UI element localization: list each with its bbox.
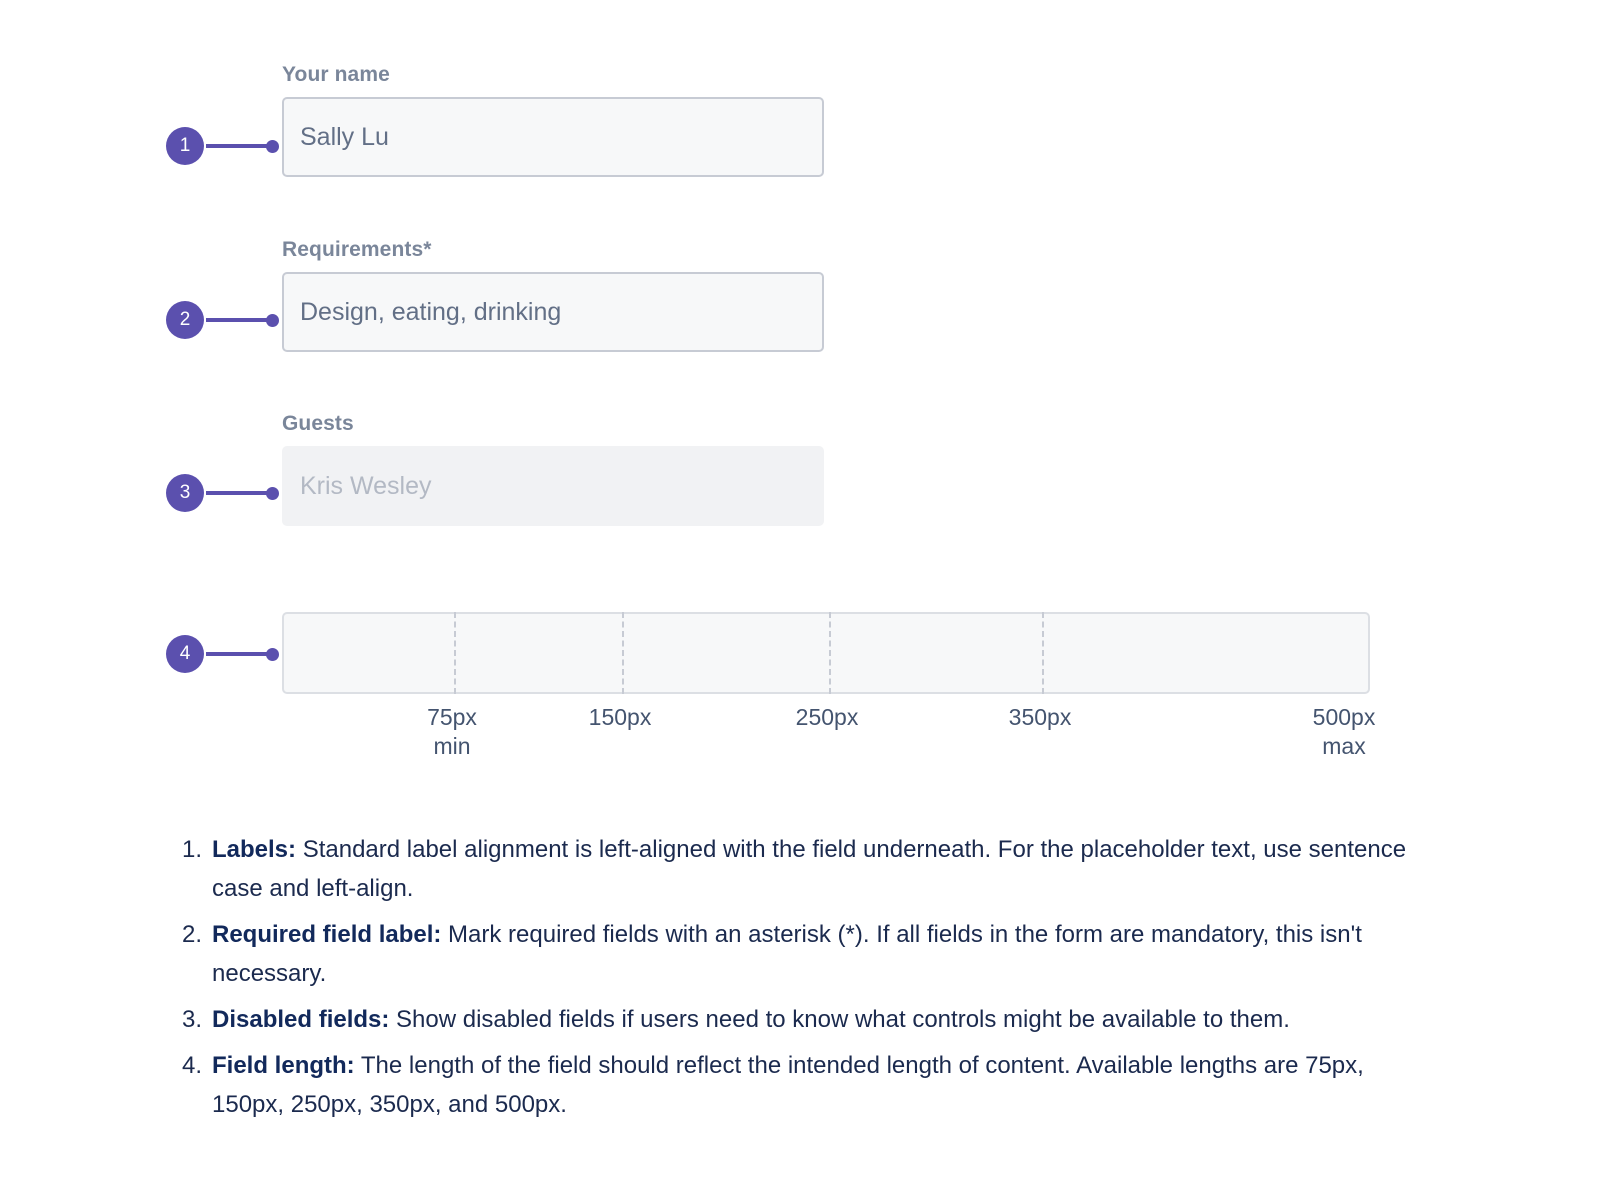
note-body: Standard label alignment is left-aligned…: [212, 836, 1406, 902]
note-item: 4. Field length: The length of the field…: [168, 1046, 1438, 1124]
callout-2: 2: [166, 300, 279, 340]
ruler-tick-150: [622, 612, 624, 694]
field-input-your-name[interactable]: Sally Lu: [282, 97, 824, 177]
note-text: Field length: The length of the field sh…: [212, 1046, 1438, 1124]
callout-dot-1: [266, 140, 279, 153]
note-text: Labels: Standard label alignment is left…: [212, 830, 1438, 908]
field-group-guests: Guests Kris Wesley: [282, 411, 824, 526]
field-label-guests: Guests: [282, 411, 824, 437]
note-term: Required field label:: [212, 921, 441, 948]
note-number: 1.: [168, 830, 202, 869]
field-input-requirements[interactable]: Design, eating, drinking: [282, 272, 824, 352]
note-number: 3.: [168, 1000, 202, 1039]
ruler-label-75: 75px min: [427, 702, 477, 761]
field-label-your-name: Your name: [282, 62, 824, 88]
callout-3: 3: [166, 473, 279, 513]
callout-badge-1: 1: [166, 127, 204, 165]
note-term: Labels:: [212, 836, 296, 863]
note-item: 2. Required field label: Mark required f…: [168, 915, 1438, 993]
ruler-tick-350: [1042, 612, 1044, 694]
callout-1: 1: [166, 126, 279, 166]
field-group-requirements: Requirements* Design, eating, drinking: [282, 237, 824, 352]
ruler-labels: 75px min 150px 250px 350px 500px max: [282, 694, 1370, 764]
field-input-guests: Kris Wesley: [282, 446, 824, 526]
note-text: Required field label: Mark required fiel…: [212, 915, 1438, 993]
ruler-tick-75: [454, 612, 456, 694]
field-value-your-name: Sally Lu: [300, 122, 389, 152]
callout-dot-4: [266, 648, 279, 661]
note-item: 1. Labels: Standard label alignment is l…: [168, 830, 1438, 908]
callout-line-1: [206, 144, 268, 148]
ruler-label-500-sub: max: [1313, 732, 1376, 761]
ruler-label-250: 250px: [796, 702, 859, 732]
note-term: Field length:: [212, 1052, 355, 1079]
ruler-label-350-value: 350px: [1009, 704, 1072, 730]
note-number: 2.: [168, 915, 202, 954]
note-body: The length of the field should reflect t…: [212, 1052, 1364, 1118]
ruler-label-500: 500px max: [1313, 702, 1376, 761]
note-text: Disabled fields: Show disabled fields if…: [212, 1000, 1438, 1039]
ruler-label-75-sub: min: [427, 732, 477, 761]
note-term: Disabled fields:: [212, 1006, 389, 1033]
field-value-requirements: Design, eating, drinking: [300, 297, 561, 327]
guideline-notes-list: 1. Labels: Standard label alignment is l…: [168, 830, 1438, 1131]
callout-badge-4: 4: [166, 635, 204, 673]
ruler-label-350: 350px: [1009, 702, 1072, 732]
ruler-tick-250: [829, 612, 831, 694]
ruler-label-150: 150px: [589, 702, 652, 732]
ruler-label-75-value: 75px: [427, 704, 477, 730]
note-body: Show disabled fields if users need to kn…: [389, 1006, 1290, 1033]
callout-line-2: [206, 318, 268, 322]
ruler-bar: [282, 612, 1370, 694]
field-placeholder-guests: Kris Wesley: [300, 471, 432, 501]
callout-badge-3: 3: [166, 474, 204, 512]
ruler-label-250-value: 250px: [796, 704, 859, 730]
callout-4: 4: [166, 634, 279, 674]
callout-dot-2: [266, 314, 279, 327]
field-length-ruler: 75px min 150px 250px 350px 500px max: [282, 612, 1370, 764]
ruler-label-150-value: 150px: [589, 704, 652, 730]
field-group-your-name: Your name Sally Lu: [282, 62, 824, 177]
callout-badge-2: 2: [166, 301, 204, 339]
field-label-requirements: Requirements*: [282, 237, 824, 263]
callout-line-4: [206, 652, 268, 656]
ruler-label-500-value: 500px: [1313, 704, 1376, 730]
callout-line-3: [206, 491, 268, 495]
callout-dot-3: [266, 487, 279, 500]
note-number: 4.: [168, 1046, 202, 1085]
note-item: 3. Disabled fields: Show disabled fields…: [168, 1000, 1438, 1039]
